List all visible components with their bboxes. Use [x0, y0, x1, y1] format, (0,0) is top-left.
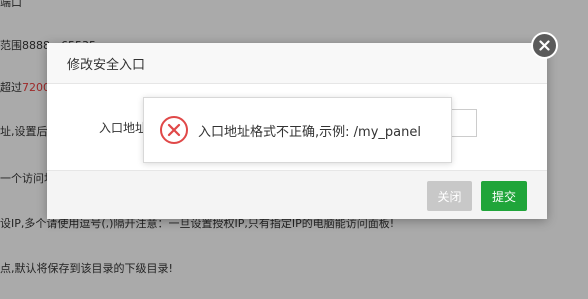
error-toast: 入口地址格式不正确,示例: /my_panel — [143, 97, 452, 163]
dialog-title: 修改安全入口 — [67, 57, 146, 73]
dialog-header: 修改安全入口 — [47, 43, 547, 84]
entry-address-label: 入口地址 — [99, 121, 148, 135]
error-x-circle-icon — [160, 116, 188, 144]
toast-message: 入口地址格式不正确,示例: /my_panel — [198, 124, 421, 140]
close-button[interactable]: 关闭 — [427, 181, 472, 211]
dialog-close-x-button[interactable] — [531, 32, 558, 59]
dialog-footer: 关闭 提交 — [47, 170, 547, 219]
close-icon — [539, 40, 550, 51]
submit-button[interactable]: 提交 — [481, 181, 527, 211]
